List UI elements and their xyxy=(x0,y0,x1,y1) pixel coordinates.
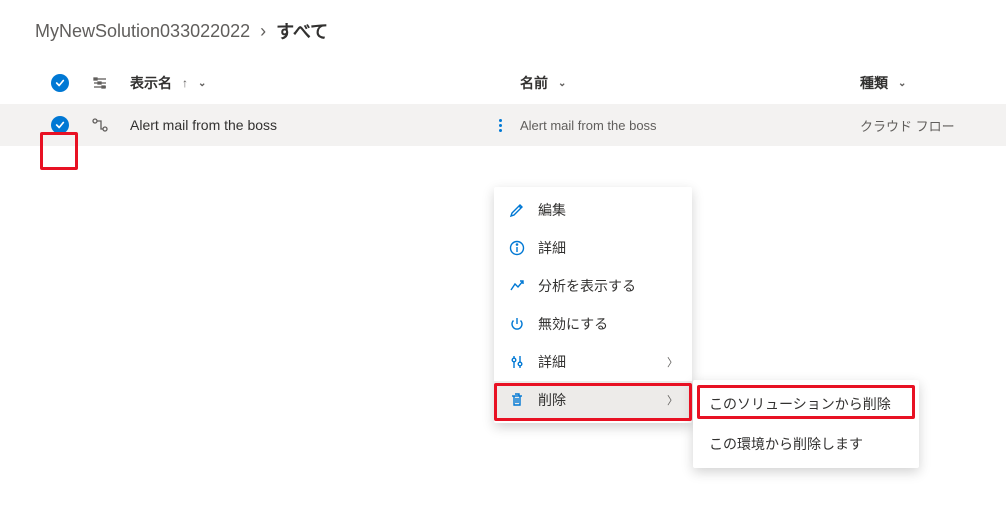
flow-type-icon xyxy=(80,117,120,133)
row-type-text: クラウド フロー xyxy=(860,116,955,135)
row-display-name-text: Alert mail from the boss xyxy=(130,117,277,133)
check-circle-icon xyxy=(51,74,69,92)
column-header-name[interactable]: 名前 ⌄ xyxy=(520,73,860,93)
breadcrumb: MyNewSolution033022022 › すべて xyxy=(0,0,1006,62)
table-row[interactable]: Alert mail from the boss Alert mail from… xyxy=(0,104,1006,146)
menu-item-advanced[interactable]: 詳細 〉 xyxy=(494,343,692,381)
menu-item-label: 削除 xyxy=(538,390,566,410)
menu-item-details[interactable]: 詳細 xyxy=(494,229,692,267)
menu-item-label: 詳細 xyxy=(538,352,566,372)
row-more-actions[interactable] xyxy=(480,119,520,132)
check-circle-icon xyxy=(51,116,69,134)
filter-icon[interactable] xyxy=(80,75,120,91)
row-checkbox[interactable] xyxy=(40,116,80,134)
chevron-down-icon: ⌄ xyxy=(198,78,206,89)
menu-item-analytics[interactable]: 分析を表示する xyxy=(494,267,692,305)
submenu-item-delete-from-environment[interactable]: この環境から削除します xyxy=(693,424,919,464)
row-context-menu: 編集 詳細 分析を表示する 無効にする 詳細 〉 削除 〉 xyxy=(494,187,692,423)
chevron-right-icon: 〉 xyxy=(667,392,678,408)
menu-item-label: 分析を表示する xyxy=(538,276,636,296)
menu-item-delete[interactable]: 削除 〉 xyxy=(494,381,692,419)
menu-item-label: 編集 xyxy=(538,200,566,220)
table-header-row: 表示名 ↑ ⌄ 名前 ⌄ 種類 ⌄ xyxy=(0,62,1006,104)
row-name-text: Alert mail from the boss xyxy=(520,118,657,133)
chevron-right-icon: › xyxy=(260,21,266,42)
breadcrumb-solution-link[interactable]: MyNewSolution033022022 xyxy=(35,21,250,42)
vertical-dots-icon xyxy=(499,119,502,132)
menu-item-label: 無効にする xyxy=(538,314,608,334)
solution-table: 表示名 ↑ ⌄ 名前 ⌄ 種類 ⌄ Alert mail from the bo… xyxy=(0,62,1006,146)
column-header-type[interactable]: 種類 ⌄ xyxy=(860,73,1006,93)
info-icon xyxy=(508,239,526,257)
submenu-item-remove-from-solution[interactable]: このソリューションから削除 xyxy=(693,384,919,424)
menu-item-label: この環境から削除します xyxy=(709,434,863,454)
pencil-icon xyxy=(508,201,526,219)
column-header-label: 種類 xyxy=(860,73,888,93)
row-display-name[interactable]: Alert mail from the boss xyxy=(120,117,480,133)
column-header-label: 名前 xyxy=(520,73,548,93)
menu-item-label: 詳細 xyxy=(538,238,566,258)
row-name: Alert mail from the boss xyxy=(520,118,860,133)
sort-ascending-icon: ↑ xyxy=(182,76,188,90)
column-header-display-name[interactable]: 表示名 ↑ ⌄ xyxy=(120,73,480,93)
menu-item-turn-off[interactable]: 無効にする xyxy=(494,305,692,343)
row-type: クラウド フロー xyxy=(860,116,1006,135)
chevron-down-icon: ⌄ xyxy=(558,78,566,89)
settings-icon xyxy=(508,353,526,371)
trash-icon xyxy=(508,391,526,409)
analytics-icon xyxy=(508,277,526,295)
menu-item-label: このソリューションから削除 xyxy=(709,394,891,414)
power-icon xyxy=(508,315,526,333)
column-header-label: 表示名 xyxy=(130,73,172,93)
chevron-right-icon: 〉 xyxy=(667,354,678,370)
select-all-checkbox[interactable] xyxy=(40,74,80,92)
breadcrumb-current: すべて xyxy=(276,18,328,44)
menu-item-edit[interactable]: 編集 xyxy=(494,191,692,229)
chevron-down-icon: ⌄ xyxy=(898,78,906,89)
delete-submenu: このソリューションから削除 この環境から削除します xyxy=(693,380,919,468)
